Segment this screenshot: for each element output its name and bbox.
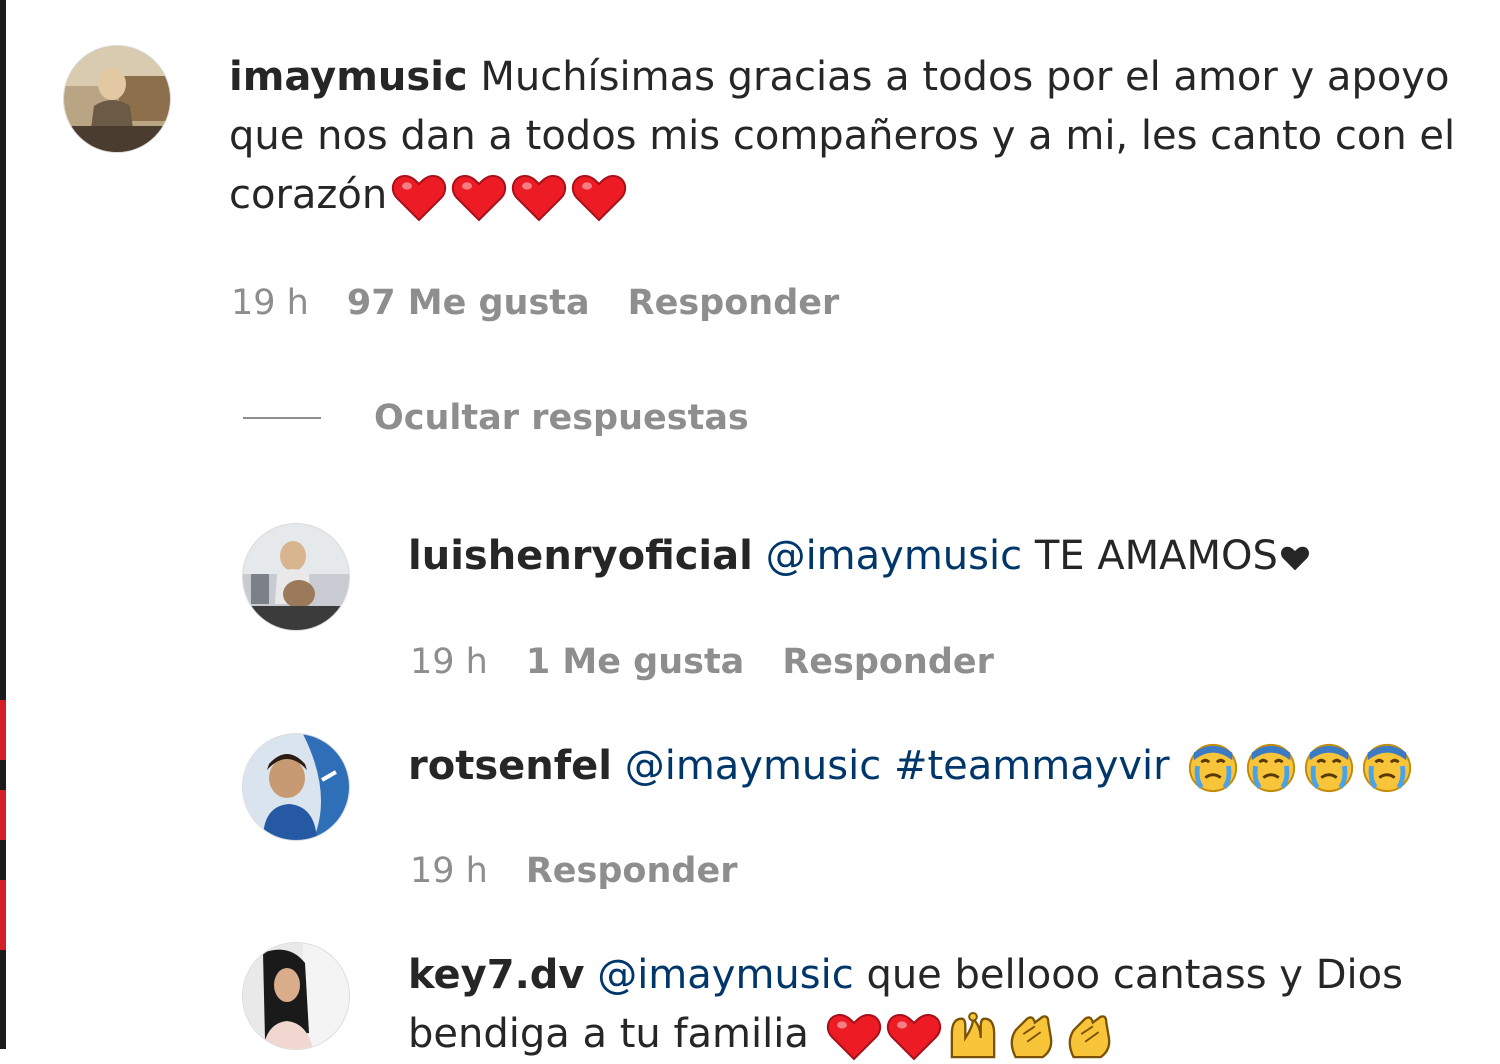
reply-username[interactable]: key7.dv	[408, 952, 584, 998]
reply-button[interactable]: Responder	[526, 851, 738, 891]
reply-mention[interactable]: @imaymusic	[766, 533, 1023, 579]
crying-face-icon	[1244, 741, 1298, 795]
reply-body: luishenryoficial @imaymusic TE AMAMOS	[408, 527, 1468, 586]
reply-username[interactable]: luishenryoficial	[408, 533, 753, 579]
black-heart-icon	[1280, 544, 1310, 572]
comment-emojis	[387, 172, 627, 222]
edge-accent	[0, 790, 6, 840]
avatar[interactable]	[242, 942, 350, 1050]
comment-body: imaymusic Muchísimas gracias a todos por…	[229, 48, 1484, 225]
heart-icon	[571, 172, 627, 222]
reply-mention[interactable]: @imaymusic	[625, 743, 882, 789]
crying-face-icon	[1302, 741, 1356, 795]
reply-hashtag[interactable]: #teammayvir	[894, 743, 1170, 789]
reply-button[interactable]: Responder	[782, 642, 994, 682]
avatar[interactable]	[242, 523, 350, 631]
heart-icon	[826, 1011, 882, 1061]
raised-hands-icon	[946, 1011, 1000, 1061]
hide-replies-toggle[interactable]: Ocultar respuestas	[243, 398, 749, 438]
edge-accent	[0, 700, 6, 760]
comment-likes[interactable]: 97 Me gusta	[347, 283, 590, 323]
heart-icon	[886, 1011, 942, 1061]
hide-replies-label[interactable]: Ocultar respuestas	[374, 398, 749, 438]
reply-emojis	[1182, 743, 1414, 793]
clapping-hands-icon	[1062, 1011, 1116, 1061]
edge-accent	[0, 880, 6, 950]
comment-meta: 19 h 97 Me gusta Responder	[231, 283, 839, 323]
crying-face-icon	[1360, 741, 1414, 795]
reply-likes[interactable]: 1 Me gusta	[526, 642, 744, 682]
window-left-edge	[0, 0, 6, 1049]
reply-time[interactable]: 19 h	[410, 851, 488, 891]
crying-face-icon	[1186, 741, 1240, 795]
heart-icon	[511, 172, 567, 222]
reply-time[interactable]: 19 h	[410, 642, 488, 682]
clapping-hands-icon	[1004, 1011, 1058, 1061]
reply-body: key7.dv @imaymusic que bellooo cantass y…	[408, 946, 1468, 1064]
avatar[interactable]	[242, 733, 350, 841]
reply-mention[interactable]: @imaymusic	[597, 952, 854, 998]
reply-meta: 19 h 1 Me gusta Responder	[410, 642, 994, 682]
reply-text: TE AMAMOS	[1034, 533, 1278, 579]
reply-username[interactable]: rotsenfel	[408, 743, 612, 789]
reply-button[interactable]: Responder	[628, 283, 840, 323]
comment-time[interactable]: 19 h	[231, 283, 309, 323]
comment-username[interactable]: imaymusic	[229, 54, 468, 100]
heart-icon	[451, 172, 507, 222]
heart-icon	[391, 172, 447, 222]
divider-line	[243, 417, 321, 419]
reply-body: rotsenfel @imaymusic #teammayvir	[408, 737, 1468, 796]
avatar[interactable]	[63, 45, 171, 153]
reply-meta: 19 h Responder	[410, 851, 737, 891]
reply-emojis	[822, 1011, 1116, 1061]
